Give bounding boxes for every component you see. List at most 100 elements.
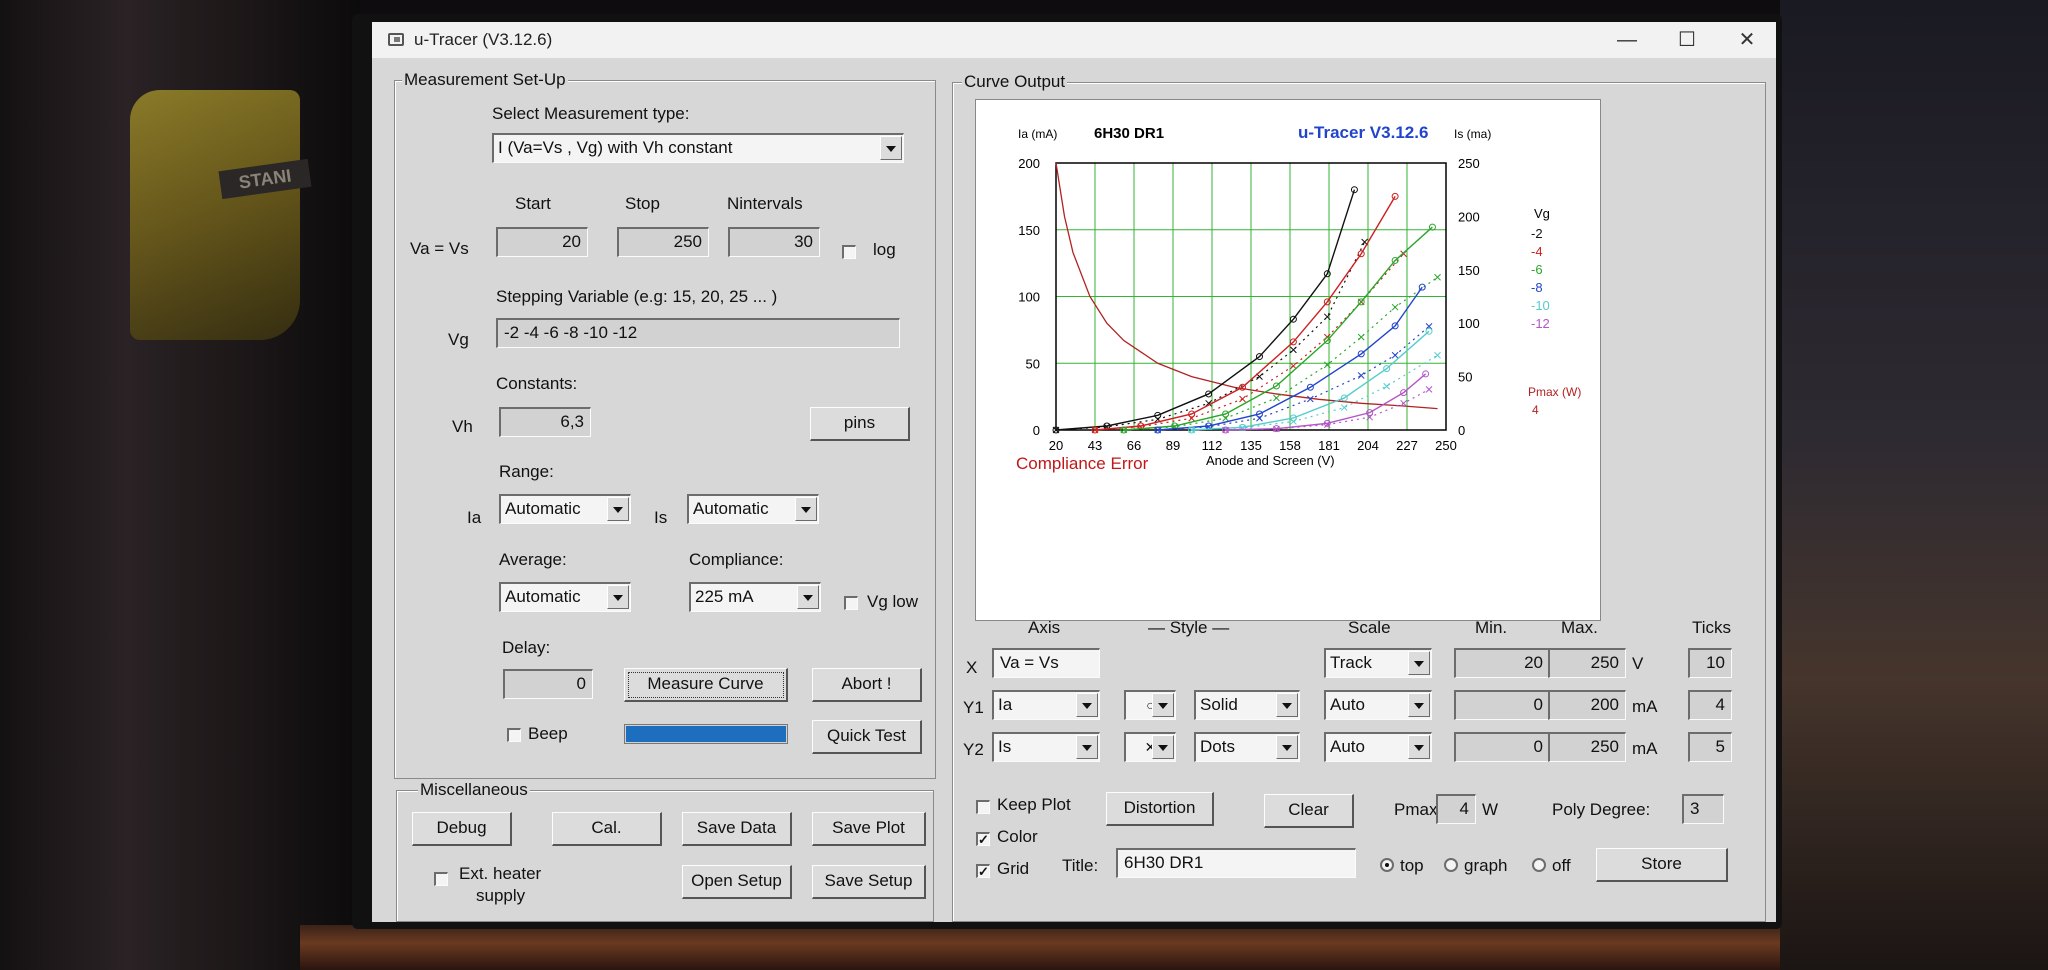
chevron-down-icon[interactable] xyxy=(795,497,817,521)
start-input[interactable]: 20 xyxy=(496,227,588,257)
y1-axis-label: Y1 xyxy=(963,698,984,717)
ext-heater-label: Ext. heater xyxy=(459,864,542,883)
select-type-label: Select Measurement type: xyxy=(492,104,690,123)
y2-style-select[interactable]: Dots xyxy=(1194,732,1300,762)
compliance-select[interactable]: 225 mA xyxy=(689,582,821,612)
radio-top[interactable] xyxy=(1380,858,1394,872)
max-header: Max. xyxy=(1561,618,1598,637)
y1-marker-select[interactable]: ○ xyxy=(1124,690,1176,720)
distortion-button[interactable]: Distortion xyxy=(1106,792,1214,826)
chevron-down-icon[interactable] xyxy=(880,136,902,160)
beep-checkbox[interactable] xyxy=(507,728,521,742)
save-data-button[interactable]: Save Data xyxy=(682,812,792,846)
ia-range-select[interactable]: Automatic xyxy=(499,494,631,524)
is-point xyxy=(1290,346,1297,354)
measurement-progress xyxy=(624,724,788,744)
y2-max-input[interactable]: 250 xyxy=(1548,732,1626,762)
store-button[interactable]: Store xyxy=(1596,848,1728,882)
grid-label: Grid xyxy=(997,859,1030,878)
chevron-down-icon[interactable] xyxy=(607,585,629,609)
radio-off[interactable] xyxy=(1532,858,1546,872)
cal-button[interactable]: Cal. xyxy=(552,812,662,846)
x-tick-label: 158 xyxy=(1279,438,1301,453)
y2-min-input[interactable]: 0 xyxy=(1454,732,1550,762)
vg-low-checkbox[interactable] xyxy=(844,596,858,610)
chevron-down-icon[interactable] xyxy=(1152,693,1174,717)
x-max-input[interactable]: 250 xyxy=(1548,648,1626,678)
x-ticks-input[interactable]: 10 xyxy=(1688,648,1732,678)
is-range-label: Is xyxy=(654,508,668,527)
y1-ticks-input[interactable]: 4 xyxy=(1688,690,1732,720)
y2-axis-select[interactable]: Is xyxy=(992,732,1100,762)
desk-lamp xyxy=(130,90,300,340)
x-axis-field[interactable]: Va = Vs xyxy=(992,648,1100,678)
stop-header: Stop xyxy=(625,194,660,213)
y2-scale-select[interactable]: Auto xyxy=(1324,732,1432,762)
y2-marker-select[interactable]: ✕ xyxy=(1124,732,1176,762)
chevron-down-icon[interactable] xyxy=(1408,651,1430,675)
x-scale-select[interactable]: Track xyxy=(1324,648,1432,678)
chevron-down-icon[interactable] xyxy=(1076,693,1098,717)
window-title: u-Tracer (V3.12.6) xyxy=(414,30,553,49)
quick-test-button[interactable]: Quick Test xyxy=(812,720,922,754)
average-select[interactable]: Automatic xyxy=(499,582,631,612)
open-setup-button[interactable]: Open Setup xyxy=(682,865,792,899)
minimize-button[interactable]: — xyxy=(1597,22,1657,58)
constants-label: Constants: xyxy=(496,374,578,393)
y2-ticks-input[interactable]: 5 xyxy=(1688,732,1732,762)
chevron-down-icon[interactable] xyxy=(1276,735,1298,759)
debug-button[interactable]: Debug xyxy=(412,812,512,846)
axis-header: Axis xyxy=(1028,618,1061,637)
ticks-header: Ticks xyxy=(1692,618,1732,637)
chevron-down-icon[interactable] xyxy=(1076,735,1098,759)
y1-scale-select[interactable]: Auto xyxy=(1324,690,1432,720)
measure-curve-button[interactable]: Measure Curve xyxy=(624,668,788,702)
nintervals-input[interactable]: 30 xyxy=(728,227,820,257)
x-tick-label: 135 xyxy=(1240,438,1262,453)
y1-axis-select[interactable]: Ia xyxy=(992,690,1100,720)
chevron-down-icon[interactable] xyxy=(1276,693,1298,717)
title-input[interactable]: 6H30 DR1 xyxy=(1116,848,1356,878)
vh-input[interactable]: 6,3 xyxy=(499,407,591,437)
curve-chart: 20 43 66 89 112 135 158 181 204 227 25005010015020… xyxy=(1016,123,1581,473)
y1-max-input[interactable]: 200 xyxy=(1548,690,1626,720)
is-range-select[interactable]: Automatic xyxy=(687,494,819,524)
is-point xyxy=(1434,351,1441,359)
radio-graph[interactable] xyxy=(1444,858,1458,872)
chevron-down-icon[interactable] xyxy=(1408,735,1430,759)
measurement-type-select[interactable]: I (Va=Vs , Vg) with Vh constant xyxy=(492,133,904,163)
abort-button[interactable]: Abort ! xyxy=(812,668,922,702)
y1-style-select[interactable]: Solid xyxy=(1194,690,1300,720)
stop-input[interactable]: 250 xyxy=(617,227,709,257)
x-min-input[interactable]: 20 xyxy=(1454,648,1550,678)
compliance-label: Compliance: xyxy=(689,550,784,569)
vg-input[interactable]: -2 -4 -6 -8 -10 -12 xyxy=(496,318,900,348)
log-checkbox[interactable] xyxy=(842,245,856,259)
chevron-down-icon[interactable] xyxy=(607,497,629,521)
maximize-button[interactable]: ☐ xyxy=(1657,22,1717,58)
compliance-value: 225 mA xyxy=(695,587,754,606)
chevron-down-icon[interactable] xyxy=(1408,693,1430,717)
chevron-down-icon[interactable] xyxy=(1152,735,1174,759)
style-header: — Style — xyxy=(1148,618,1230,637)
chevron-down-icon[interactable] xyxy=(797,585,819,609)
delay-input[interactable]: 0 xyxy=(503,669,593,699)
pmax-input[interactable]: 4 xyxy=(1436,794,1476,824)
pins-button[interactable]: pins xyxy=(810,407,910,441)
y2-axis-value: Is xyxy=(998,737,1012,756)
save-plot-button[interactable]: Save Plot xyxy=(812,812,926,846)
close-button[interactable]: ✕ xyxy=(1717,22,1777,58)
grid-checkbox[interactable]: ✓ xyxy=(976,864,990,878)
poly-degree-input[interactable]: 3 xyxy=(1682,794,1724,824)
pmax-legend-value: 4 xyxy=(1532,403,1539,417)
color-checkbox[interactable]: ✓ xyxy=(976,832,990,846)
y2-tick-label: 250 xyxy=(1458,156,1480,171)
y-tick-label: 150 xyxy=(1018,223,1040,238)
is-point xyxy=(1239,395,1246,403)
ext-heater-checkbox[interactable] xyxy=(434,872,448,886)
save-setup-button[interactable]: Save Setup xyxy=(812,865,926,899)
clear-button[interactable]: Clear xyxy=(1264,794,1354,828)
is-point xyxy=(1391,351,1399,359)
keep-plot-checkbox[interactable] xyxy=(976,800,990,814)
y1-min-input[interactable]: 0 xyxy=(1454,690,1550,720)
